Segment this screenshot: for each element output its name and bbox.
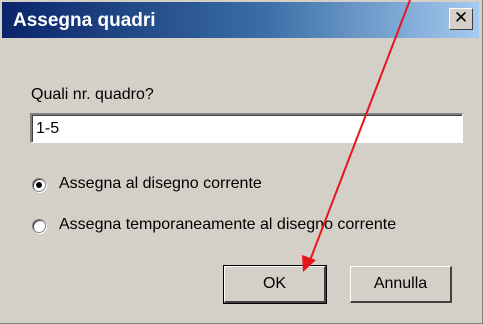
- assegna-quadri-dialog: Assegna quadri ✕ Quali nr. quadro? 1-5 A…: [0, 0, 483, 324]
- ok-button[interactable]: OK: [223, 265, 327, 304]
- title-bar: Assegna quadri ✕: [2, 2, 479, 38]
- radio-button-selected[interactable]: [32, 178, 46, 192]
- dialog-title: Assegna quadri: [13, 10, 156, 31]
- frame-numbers-input[interactable]: 1-5: [30, 113, 463, 143]
- radio-assign-current[interactable]: Assegna al disegno corrente: [32, 175, 332, 197]
- radio-label: Assegna temporaneamente al disegno corre…: [59, 216, 397, 233]
- radio-assign-temporary[interactable]: Assegna temporaneamente al disegno corre…: [32, 216, 452, 238]
- close-icon: ✕: [453, 8, 469, 28]
- radio-dot: [36, 182, 42, 188]
- radio-button[interactable]: [32, 219, 46, 233]
- input-value: 1-5: [36, 120, 60, 137]
- cancel-button[interactable]: Annulla: [350, 266, 452, 303]
- radio-label: Assegna al disegno corrente: [59, 175, 262, 192]
- close-button[interactable]: ✕: [449, 8, 473, 30]
- prompt-label: Quali nr. quadro?: [31, 86, 154, 103]
